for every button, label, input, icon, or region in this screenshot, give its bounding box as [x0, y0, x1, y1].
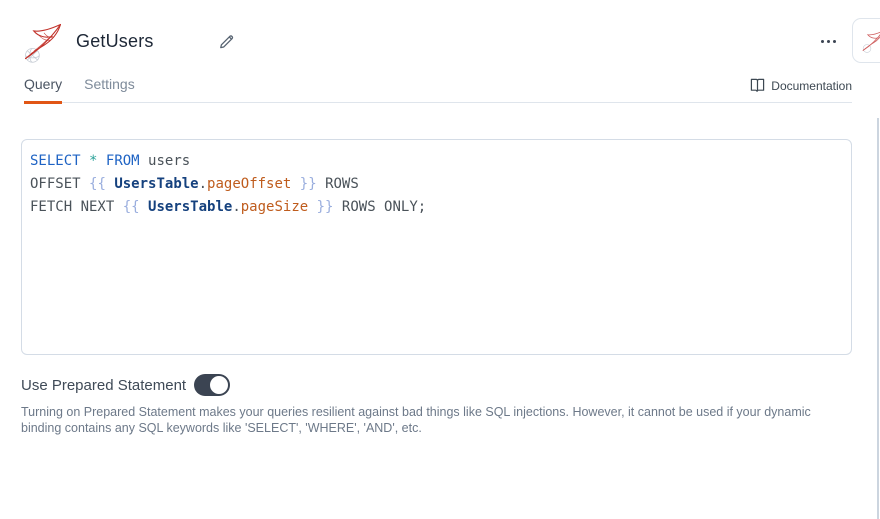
prepared-statement-row: Use Prepared Statement	[21, 374, 880, 396]
more-options-button[interactable]	[817, 34, 840, 49]
tab-query[interactable]: Query	[24, 72, 62, 104]
query-name-title: GetUsers	[76, 31, 154, 52]
pencil-icon	[218, 33, 235, 50]
tab-settings[interactable]: Settings	[84, 72, 135, 104]
sql-code[interactable]: SELECT * FROM usersOFFSET {{ UsersTable.…	[30, 150, 843, 219]
right-pane-divider	[877, 118, 879, 519]
code-editor[interactable]: SELECT * FROM usersOFFSET {{ UsersTable.…	[21, 139, 852, 355]
toggle-knob	[209, 375, 229, 395]
edit-name-button[interactable]	[216, 31, 238, 53]
query-header: GetUsers	[0, 0, 880, 66]
documentation-label: Documentation	[771, 79, 852, 93]
sql-server-logo-icon	[860, 28, 880, 54]
prepared-statement-label: Use Prepared Statement	[21, 377, 186, 394]
prepared-statement-help-text: Turning on Prepared Statement makes your…	[21, 404, 843, 436]
ellipsis-icon	[821, 40, 836, 43]
open-book-icon	[750, 78, 765, 93]
prepared-statement-toggle[interactable]	[194, 374, 230, 396]
tab-bar: Query Settings Documentation	[24, 72, 852, 103]
sql-server-logo-icon	[20, 19, 66, 65]
documentation-link[interactable]: Documentation	[750, 78, 852, 102]
datasource-card[interactable]	[852, 18, 880, 63]
